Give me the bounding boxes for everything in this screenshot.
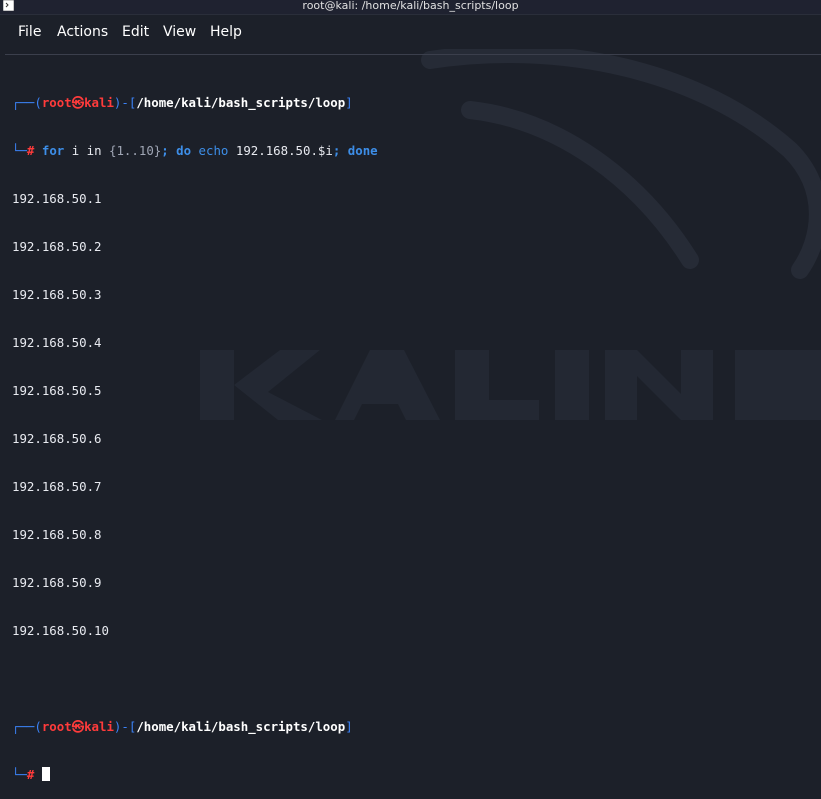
text-cursor [41,767,50,781]
menu-actions[interactable]: Actions [57,23,108,41]
menu-edit[interactable]: Edit [122,23,149,41]
terminal-output-area[interactable]: ┌──(root㉿kali)-[/home/kali/bash_scripts/… [12,63,812,799]
prompt-line-1: ┌──(root㉿kali)-[/home/kali/bash_scripts/… [12,95,812,111]
prompt-user: root [41,719,72,734]
output-line: 192.168.50.8 [12,527,102,542]
prompt-line-2: ┌──(root㉿kali)-[/home/kali/bash_scripts/… [12,719,812,735]
command-keyword: do [168,143,192,158]
command-range: {1..10} [109,143,162,158]
output-line: 192.168.50.10 [12,623,109,638]
menu-help[interactable]: Help [210,23,242,41]
command-line-1: └─# for i in {1..10}; do echo 192.168.50… [12,143,812,159]
window-title: root@kali: /home/kali/bash_scripts/loop [302,0,519,12]
menu-file[interactable]: File [18,23,41,41]
output-line: 192.168.50.3 [12,287,102,302]
command-builtin: echo [191,143,229,158]
prompt-frame: )-[ [113,95,137,110]
output-line: 192.168.50.5 [12,383,102,398]
command-keyword: for [41,143,65,158]
prompt-user: root [41,95,72,110]
output-line: 192.168.50.9 [12,575,102,590]
prompt-host: kali [84,95,114,110]
prompt-host: kali [84,719,114,734]
prompt-frame: ┌──( [12,719,42,734]
command-argument: 192.168.50.$i [228,143,333,158]
output-line: 192.168.50.2 [12,239,102,254]
prompt-frame: └─ [12,143,27,158]
menu-bar: File Actions Edit View Help [0,15,821,49]
window-titlebar: root@kali: /home/kali/bash_scripts/loop [0,0,821,15]
command-separator: ; [161,143,169,158]
prompt-path: /home/kali/bash_scripts/loop [136,95,346,110]
command-keyword: done [340,143,378,158]
prompt-hash: # [26,143,35,158]
menu-separator [5,54,821,55]
output-line: 192.168.50.6 [12,431,102,446]
prompt-path: /home/kali/bash_scripts/loop [136,719,346,734]
prompt-frame: ┌──( [12,95,42,110]
output-line: 192.168.50.7 [12,479,102,494]
output-line: 192.168.50.1 [12,191,102,206]
prompt-frame: └─ [12,767,27,782]
prompt-at-symbol: ㉿ [71,719,85,734]
prompt-at-symbol: ㉿ [71,95,85,110]
prompt-frame: ] [345,95,353,110]
prompt-frame: ] [345,719,353,734]
prompt-frame: )-[ [113,719,137,734]
prompt-hash: # [26,767,35,782]
command-text: i in [64,143,110,158]
command-line-2[interactable]: └─# [12,767,812,783]
output-line: 192.168.50.4 [12,335,102,350]
menu-view[interactable]: View [163,23,196,41]
